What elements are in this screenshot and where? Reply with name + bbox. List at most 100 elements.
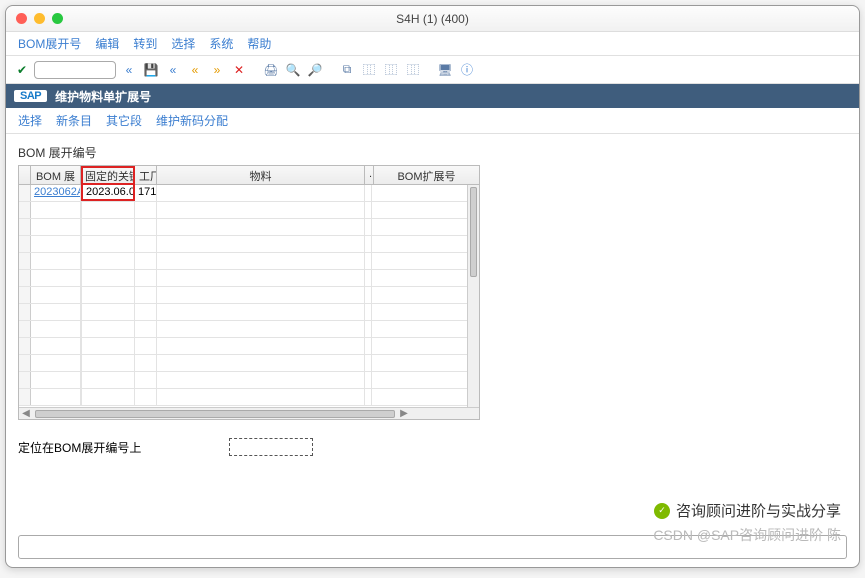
cell-ext[interactable] — [372, 321, 479, 337]
cell-bom[interactable] — [31, 236, 81, 252]
col-bom[interactable]: BOM 展 — [31, 166, 81, 184]
cell-plant[interactable] — [135, 321, 157, 337]
table-row[interactable] — [19, 236, 479, 253]
row-selector[interactable] — [19, 270, 31, 286]
col-material[interactable]: 物料 — [157, 166, 365, 184]
cell-ext[interactable] — [372, 338, 479, 354]
cell-ext[interactable] — [372, 389, 479, 405]
find-next-icon[interactable]: 🔎 — [306, 61, 324, 79]
find-icon[interactable]: 🔍 — [284, 61, 302, 79]
cell-plant[interactable] — [135, 355, 157, 371]
menu-help[interactable]: 帮助 — [247, 35, 271, 52]
menu-select[interactable]: 选择 — [171, 35, 195, 52]
cell-plant[interactable] — [135, 236, 157, 252]
cell-bom[interactable] — [31, 372, 81, 388]
cell-plant[interactable] — [135, 270, 157, 286]
row-selector[interactable] — [19, 253, 31, 269]
cell-ext[interactable] — [372, 287, 479, 303]
cell-plant[interactable] — [135, 304, 157, 320]
cell-fixed-key[interactable] — [81, 236, 135, 252]
table-row[interactable] — [19, 287, 479, 304]
cell-fixed-key[interactable]: 2023.06.02 — [81, 185, 135, 201]
cell-material[interactable] — [157, 202, 365, 218]
new-session-icon[interactable]: ⧉ — [338, 61, 356, 79]
cell-material[interactable] — [157, 321, 365, 337]
cell-ext[interactable] — [372, 253, 479, 269]
cell-dot[interactable] — [365, 338, 372, 354]
cell-fixed-key[interactable] — [81, 202, 135, 218]
col-fixed-key[interactable]: 固定的关键 — [81, 166, 135, 185]
cell-bom[interactable] — [31, 304, 81, 320]
cell-ext[interactable] — [372, 185, 479, 201]
cell-ext[interactable] — [372, 219, 479, 235]
table-row[interactable]: 2023062A2023.06.021710 — [19, 185, 479, 202]
row-selector[interactable] — [19, 355, 31, 371]
cell-fixed-key[interactable] — [81, 253, 135, 269]
cell-dot[interactable] — [365, 304, 372, 320]
menu-edit[interactable]: 编辑 — [95, 35, 119, 52]
cell-ext[interactable] — [372, 355, 479, 371]
table-row[interactable] — [19, 304, 479, 321]
table-row[interactable] — [19, 389, 479, 406]
layout-1-icon[interactable]: ⿲ — [360, 61, 378, 79]
scroll-right-icon[interactable]: ▶ — [397, 408, 411, 419]
cell-ext[interactable] — [372, 236, 479, 252]
table-row[interactable] — [19, 321, 479, 338]
cell-fixed-key[interactable] — [81, 372, 135, 388]
table-row[interactable] — [19, 219, 479, 236]
cell-bom[interactable] — [31, 253, 81, 269]
cell-material[interactable] — [157, 355, 365, 371]
cell-fixed-key[interactable] — [81, 270, 135, 286]
row-selector[interactable] — [19, 219, 31, 235]
cell-material[interactable] — [157, 372, 365, 388]
cell-material[interactable] — [157, 287, 365, 303]
cell-ext[interactable] — [372, 202, 479, 218]
row-selector[interactable] — [19, 389, 31, 405]
row-selector[interactable] — [19, 338, 31, 354]
submenu-maintain-code[interactable]: 维护新码分配 — [156, 112, 228, 129]
close-window-button[interactable] — [16, 13, 27, 24]
table-row[interactable] — [19, 270, 479, 287]
command-field[interactable] — [34, 61, 116, 79]
cell-material[interactable] — [157, 338, 365, 354]
cell-bom[interactable]: 2023062A — [31, 185, 81, 201]
cell-dot[interactable] — [365, 185, 372, 201]
table-row[interactable] — [19, 355, 479, 372]
cell-fixed-key[interactable] — [81, 219, 135, 235]
table-row[interactable] — [19, 202, 479, 219]
row-selector[interactable] — [19, 202, 31, 218]
cell-material[interactable] — [157, 236, 365, 252]
cell-dot[interactable] — [365, 270, 372, 286]
col-select[interactable] — [19, 166, 31, 184]
cell-bom[interactable] — [31, 338, 81, 354]
row-selector[interactable] — [19, 321, 31, 337]
cell-plant[interactable] — [135, 202, 157, 218]
cell-dot[interactable] — [365, 219, 372, 235]
enter-icon[interactable]: ✔ — [14, 62, 30, 78]
locate-input[interactable] — [229, 438, 313, 456]
cell-fixed-key[interactable] — [81, 321, 135, 337]
cell-fixed-key[interactable] — [81, 287, 135, 303]
cell-fixed-key[interactable] — [81, 304, 135, 320]
layout-3-icon[interactable]: ⿲ — [404, 61, 422, 79]
table-row[interactable] — [19, 338, 479, 355]
row-selector[interactable] — [19, 304, 31, 320]
cell-material[interactable] — [157, 253, 365, 269]
cell-ext[interactable] — [372, 270, 479, 286]
table-row[interactable] — [19, 372, 479, 389]
submenu-other-segment[interactable]: 其它段 — [106, 112, 142, 129]
menu-system[interactable]: 系统 — [209, 35, 233, 52]
row-selector[interactable] — [19, 372, 31, 388]
layout-2-icon[interactable]: ⿲ — [382, 61, 400, 79]
row-selector[interactable] — [19, 185, 31, 201]
menu-bom-expand[interactable]: BOM展开号 — [18, 35, 81, 52]
cell-plant[interactable] — [135, 287, 157, 303]
menu-goto[interactable]: 转到 — [133, 35, 157, 52]
cell-dot[interactable] — [365, 355, 372, 371]
cell-material[interactable] — [157, 389, 365, 405]
row-selector[interactable] — [19, 236, 31, 252]
cell-bom[interactable] — [31, 219, 81, 235]
cell-bom[interactable] — [31, 321, 81, 337]
cell-plant[interactable] — [135, 372, 157, 388]
save-icon[interactable]: 💾 — [142, 61, 160, 79]
